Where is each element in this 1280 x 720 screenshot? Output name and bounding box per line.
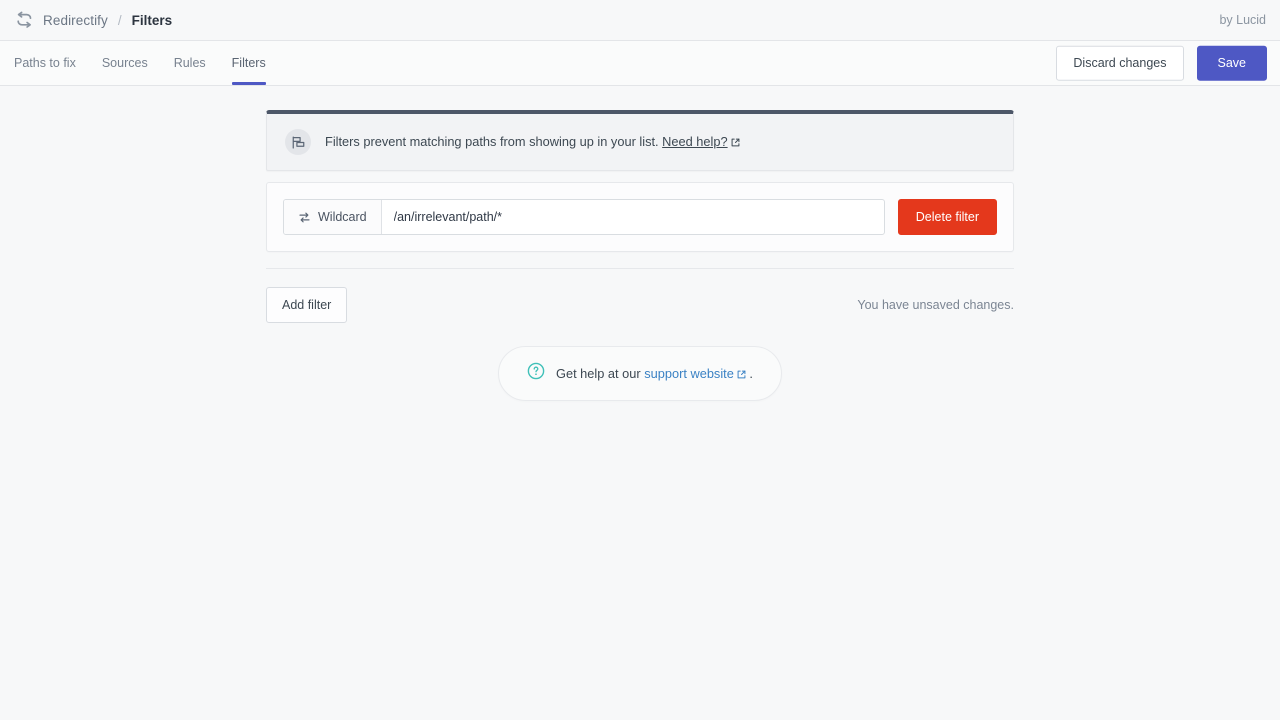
help-text: Get help at our support website .	[556, 366, 753, 382]
banner-text: Filters prevent matching paths from show…	[325, 134, 740, 150]
content-container: Filters prevent matching paths from show…	[266, 110, 1014, 401]
support-website-link[interactable]: support website	[644, 366, 734, 381]
nav-actions: Discard changes Save	[1056, 45, 1267, 81]
tab-filters[interactable]: Filters	[219, 41, 279, 85]
banner-message: Filters prevent matching paths from show…	[325, 134, 659, 149]
question-circle-icon	[527, 362, 545, 385]
swap-arrows-icon	[298, 211, 311, 224]
external-link-icon	[737, 367, 746, 382]
tab-rules[interactable]: Rules	[161, 41, 219, 85]
filter-input-group: Wildcard	[283, 199, 885, 235]
tab-sources[interactable]: Sources	[89, 41, 161, 85]
filter-card: Wildcard Delete filter	[266, 182, 1014, 252]
save-button[interactable]: Save	[1196, 45, 1267, 81]
page-title: Filters	[131, 12, 173, 28]
help-text-before: Get help at our	[556, 365, 641, 381]
external-link-icon	[731, 135, 740, 150]
brand-name[interactable]: Redirectify	[43, 13, 108, 28]
filter-path-input[interactable]	[381, 200, 884, 234]
top-bar: Redirectify / Filters by Lucid	[0, 0, 1280, 41]
section-divider	[266, 268, 1014, 269]
redirect-loop-icon[interactable]	[14, 10, 34, 30]
unsaved-status: You have unsaved changes.	[857, 298, 1014, 312]
filter-type-select[interactable]: Wildcard	[284, 200, 382, 234]
nav-bar: Paths to fix Sources Rules Filters Disca…	[0, 41, 1280, 86]
filter-flag-icon	[285, 129, 311, 155]
byline: by Lucid	[1219, 13, 1266, 27]
need-help-label: Need help?	[662, 134, 728, 149]
help-pill: Get help at our support website .	[498, 346, 782, 401]
discard-changes-button[interactable]: Discard changes	[1056, 45, 1184, 81]
footer-actions: Add filter You have unsaved changes.	[266, 287, 1014, 323]
info-banner: Filters prevent matching paths from show…	[266, 110, 1014, 171]
delete-filter-button[interactable]: Delete filter	[897, 199, 997, 235]
help-text-after: .	[749, 365, 753, 381]
filter-type-label: Wildcard	[318, 210, 367, 224]
need-help-link[interactable]: Need help?	[662, 134, 727, 149]
filter-row: Wildcard Delete filter	[283, 199, 997, 235]
main-content: Filters prevent matching paths from show…	[0, 86, 1280, 401]
tab-paths-to-fix[interactable]: Paths to fix	[14, 41, 89, 85]
tab-list: Paths to fix Sources Rules Filters	[14, 41, 279, 85]
breadcrumb: Redirectify / Filters	[14, 10, 172, 30]
breadcrumb-separator: /	[117, 12, 122, 28]
add-filter-button[interactable]: Add filter	[266, 287, 348, 323]
help-section: Get help at our support website .	[266, 346, 1014, 401]
